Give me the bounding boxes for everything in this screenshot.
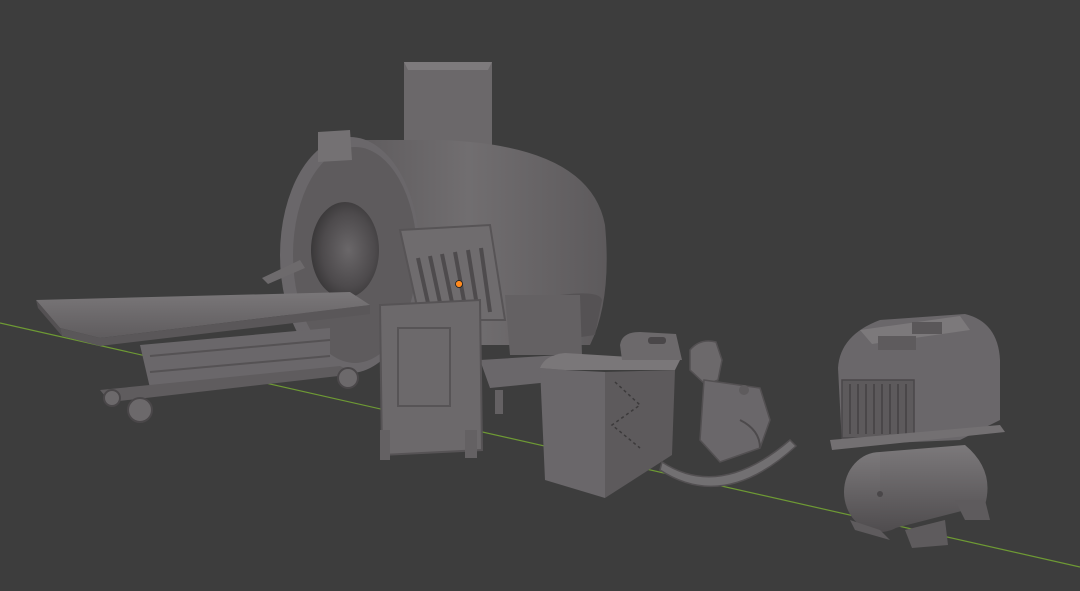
side-table[interactable] [540, 332, 682, 498]
rocking-horse[interactable] [659, 340, 798, 488]
3d-viewport[interactable] [0, 0, 1080, 591]
patient-bed[interactable] [36, 292, 370, 423]
viewport-canvas[interactable] [0, 0, 1080, 591]
air-compressor[interactable] [830, 314, 1005, 548]
origin-marker-icon[interactable] [455, 280, 463, 288]
